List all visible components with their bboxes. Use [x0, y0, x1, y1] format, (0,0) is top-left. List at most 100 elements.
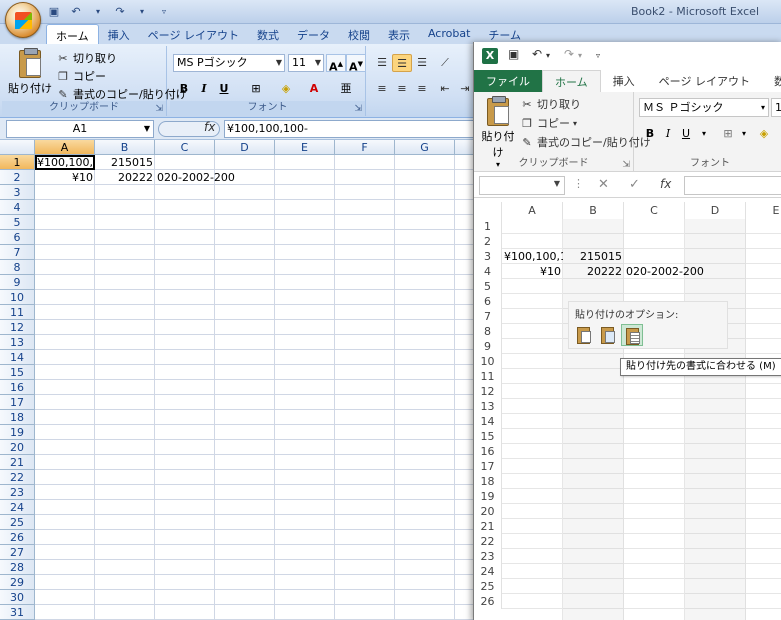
tab-formulas[interactable]: 数式: [248, 24, 288, 44]
fill-color-icon[interactable]: ◈: [276, 80, 296, 98]
orientation-icon[interactable]: ⟋: [435, 54, 455, 72]
cell-grid[interactable]: [502, 219, 781, 620]
row-header[interactable]: 12: [0, 320, 35, 335]
row-header[interactable]: 8: [474, 324, 502, 339]
row-header[interactable]: 14: [474, 414, 502, 429]
row-header[interactable]: 22: [0, 470, 35, 485]
fx-icon[interactable]: fx: [204, 120, 215, 134]
paste-button[interactable]: 貼り付け: [8, 48, 52, 96]
column-header[interactable]: B: [95, 140, 155, 155]
row-header[interactable]: 10: [474, 354, 502, 369]
align-left-icon[interactable]: ≡: [372, 80, 392, 98]
align-right-icon[interactable]: ≡: [412, 80, 432, 98]
row-header[interactable]: 5: [474, 279, 502, 294]
chevron-down-icon[interactable]: ▾: [90, 4, 106, 20]
chevron-down-icon[interactable]: ▾: [734, 125, 754, 143]
cell-b3[interactable]: 215015: [563, 249, 624, 264]
row-header[interactable]: 30: [0, 590, 35, 605]
paste-link-icon[interactable]: [597, 324, 619, 346]
row-header[interactable]: 20: [474, 504, 502, 519]
row-header[interactable]: 4: [474, 264, 502, 279]
chevron-down-icon[interactable]: ▾: [134, 4, 150, 20]
font-color-button[interactable]: A: [304, 80, 324, 98]
row-header[interactable]: 18: [474, 474, 502, 489]
tab-page-layout[interactable]: ページ レイアウト: [139, 24, 248, 44]
row-header[interactable]: 26: [0, 530, 35, 545]
italic-button[interactable]: I: [658, 125, 678, 143]
row-header[interactable]: 2: [0, 170, 35, 185]
font-size-box[interactable]: 1: [771, 98, 781, 117]
cell-b2[interactable]: 20222: [95, 170, 155, 185]
copy-button[interactable]: ❐ コピー ▾: [520, 115, 577, 131]
font-size-box[interactable]: 11 ▼: [288, 54, 324, 72]
row-header[interactable]: 13: [0, 335, 35, 350]
chevron-down-icon[interactable]: ▾: [578, 51, 582, 60]
row-header[interactable]: 20: [0, 440, 35, 455]
row-header[interactable]: 3: [474, 249, 502, 264]
cell-a2[interactable]: ¥10: [35, 170, 95, 185]
row-header[interactable]: 24: [474, 564, 502, 579]
row-header[interactable]: 31: [0, 605, 35, 620]
grow-font-button[interactable]: A▲: [326, 54, 346, 74]
row-header[interactable]: 12: [474, 384, 502, 399]
row-header[interactable]: 6: [0, 230, 35, 245]
row-header[interactable]: 13: [474, 399, 502, 414]
cut-button[interactable]: ✂ 切り取り: [56, 50, 117, 66]
bold-button[interactable]: B: [640, 125, 660, 143]
row-header[interactable]: 8: [0, 260, 35, 275]
cell-c4[interactable]: 020-2002-200: [624, 264, 724, 279]
row-header[interactable]: 23: [0, 485, 35, 500]
row-header[interactable]: 21: [474, 519, 502, 534]
row-header[interactable]: 23: [474, 549, 502, 564]
office-button[interactable]: [5, 2, 41, 38]
save-icon[interactable]: ▣: [46, 4, 62, 20]
row-header[interactable]: 16: [0, 380, 35, 395]
font-name-box[interactable]: MS Pゴシック ▼: [173, 54, 285, 72]
select-all-corner[interactable]: [474, 202, 502, 219]
cancel-icon[interactable]: ✕: [598, 177, 609, 192]
row-header[interactable]: 14: [0, 350, 35, 365]
chevron-down-icon[interactable]: ▾: [546, 51, 550, 60]
align-center-icon[interactable]: ≡: [392, 80, 412, 98]
cell-c2[interactable]: 020-2002-200: [155, 170, 255, 185]
fx-icon[interactable]: fx: [660, 177, 671, 191]
tab-file[interactable]: ファイル: [474, 70, 542, 92]
tab-formulas[interactable]: 数式: [762, 70, 781, 92]
customize-qat-icon[interactable]: ▿: [156, 4, 172, 20]
row-header[interactable]: 1: [474, 219, 502, 234]
undo-icon[interactable]: ↶: [532, 47, 542, 61]
column-header[interactable]: A: [35, 140, 95, 155]
redo-icon[interactable]: ↷: [564, 47, 574, 61]
row-header[interactable]: 27: [0, 545, 35, 560]
row-header[interactable]: 24: [0, 500, 35, 515]
row-header[interactable]: 29: [0, 575, 35, 590]
dialog-launcher-icon[interactable]: ⇲: [354, 104, 362, 114]
name-box[interactable]: ▼: [479, 176, 565, 195]
row-header[interactable]: 9: [474, 339, 502, 354]
bold-button[interactable]: B: [174, 80, 194, 98]
row-header[interactable]: 28: [0, 560, 35, 575]
increase-indent-icon[interactable]: ⇥: [455, 80, 475, 98]
row-header[interactable]: 25: [474, 579, 502, 594]
fill-color-icon[interactable]: ◈: [754, 125, 774, 143]
format-painter-button[interactable]: ✎ 書式のコピー/貼り付け: [56, 86, 186, 102]
tab-insert[interactable]: 挿入: [601, 70, 647, 92]
cell-a3[interactable]: ¥100,100,1: [502, 249, 563, 264]
row-header[interactable]: 7: [0, 245, 35, 260]
shrink-font-button[interactable]: A▼: [346, 54, 366, 74]
enter-icon[interactable]: ✓: [629, 177, 640, 192]
tab-home[interactable]: ホーム: [46, 24, 99, 44]
row-header[interactable]: 15: [474, 429, 502, 444]
row-header[interactable]: 3: [0, 185, 35, 200]
column-header[interactable]: E: [275, 140, 335, 155]
row-header[interactable]: 5: [0, 215, 35, 230]
row-header[interactable]: 15: [0, 365, 35, 380]
row-header[interactable]: 1: [0, 155, 35, 170]
row-header[interactable]: 6: [474, 294, 502, 309]
select-all-corner[interactable]: [0, 140, 35, 155]
column-header[interactable]: F: [335, 140, 395, 155]
row-header[interactable]: 9: [0, 275, 35, 290]
column-header[interactable]: E: [746, 202, 781, 219]
cell-b1[interactable]: 215015: [95, 155, 155, 170]
phonetic-icon[interactable]: 亜: [336, 80, 356, 98]
